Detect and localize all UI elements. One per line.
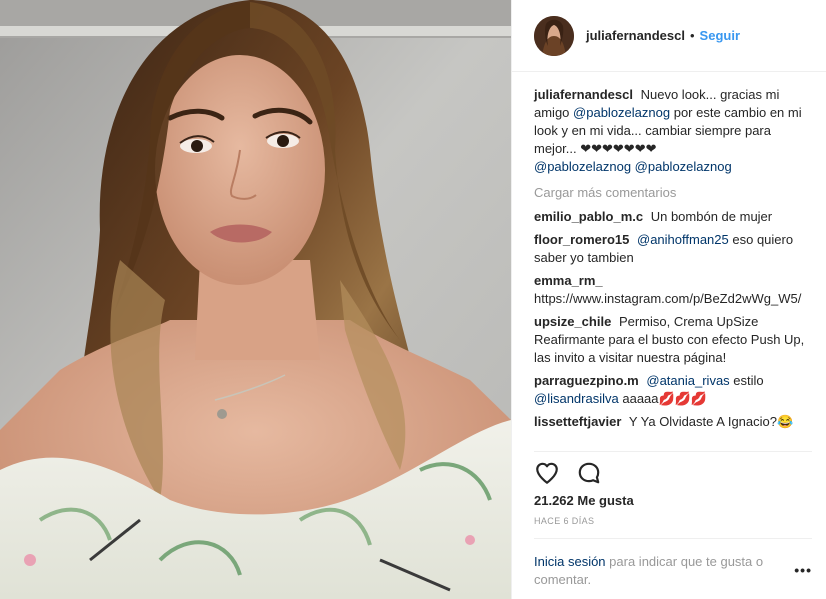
post-photo[interactable] [0, 0, 511, 599]
comment-item: parraguezpino.m @atania_rivas estilo @li… [534, 372, 812, 408]
caption-username[interactable]: juliafernandescl [534, 87, 633, 102]
comment-button[interactable] [576, 460, 606, 490]
comment-text: Un bombón de mujer [650, 209, 773, 224]
follow-button[interactable]: Seguir [700, 28, 740, 43]
comment-item: lissetteftjavier Y Ya Olvidaste A Ignaci… [534, 413, 812, 431]
caption-mention-1[interactable]: @pablozelaznog [573, 105, 670, 120]
comment-username[interactable]: lissetteftjavier [534, 414, 621, 429]
comment-item: floor_romero15 @anihoffman25 eso quiero … [534, 231, 812, 267]
comment-item: emma_rm_ https://www.instagram.com/p/BeZ… [534, 272, 812, 308]
comment-username[interactable]: parraguezpino.m [534, 373, 639, 388]
comment-mention[interactable]: @atania_rivas [646, 373, 729, 388]
comment-username[interactable]: upsize_chile [534, 314, 611, 329]
avatar[interactable] [534, 15, 574, 56]
like-button[interactable] [534, 460, 564, 490]
comment-text: Y Ya Olvidaste A Ignacio?😂 [628, 414, 794, 429]
post-actions [534, 451, 812, 493]
header-username[interactable]: juliafernandescl [586, 28, 685, 43]
likes-count[interactable]: 21.262 Me gusta [534, 493, 812, 508]
caption-mention-3[interactable]: @pablozelaznog [635, 159, 732, 174]
comment-item: emilio_pablo_m.c Un bombón de mujer [534, 208, 812, 226]
comment-username[interactable]: floor_romero15 [534, 232, 629, 247]
load-more-comments-link[interactable]: Cargar más comentarios [534, 184, 812, 202]
comment-mention-2[interactable]: @lisandrasilva [534, 391, 619, 406]
portrait-photo [0, 0, 511, 599]
login-link[interactable]: Inicia sesión [534, 554, 606, 569]
comment-username[interactable]: emma_rm_ [534, 273, 603, 288]
comment-text: estilo [733, 373, 764, 388]
more-options-icon[interactable]: ••• [794, 561, 812, 579]
comment-username[interactable]: emilio_pablo_m.c [534, 209, 643, 224]
separator-dot: • [689, 28, 695, 43]
comment-text-2: aaaaa💋💋💋 [622, 391, 708, 406]
comment-bubble-icon [578, 462, 600, 484]
post-header: juliafernandescl • Seguir [512, 0, 826, 72]
comment-mention[interactable]: @anihoffman25 [637, 232, 729, 247]
post-timestamp[interactable]: HACE 6 DÍAS [534, 516, 812, 539]
comments-list: juliafernandescl Nuevo look... gracias m… [512, 72, 826, 451]
instagram-post: juliafernandescl • Seguir juliafernandes… [0, 0, 826, 599]
comment-item: upsize_chile Permiso, Crema UpSize Reafi… [534, 313, 812, 367]
login-to-comment: Inicia sesión para indicar que te gusta … [534, 539, 812, 599]
caption-mention-2[interactable]: @pablozelaznog [534, 159, 631, 174]
avatar-image [534, 15, 574, 56]
comment-text: https://www.instagram.com/p/BeZd2wWg_W5/ [534, 291, 802, 306]
heart-outline-icon [536, 462, 558, 484]
post-side-panel: juliafernandescl • Seguir juliafernandes… [511, 0, 826, 599]
caption: juliafernandescl Nuevo look... gracias m… [534, 86, 812, 176]
